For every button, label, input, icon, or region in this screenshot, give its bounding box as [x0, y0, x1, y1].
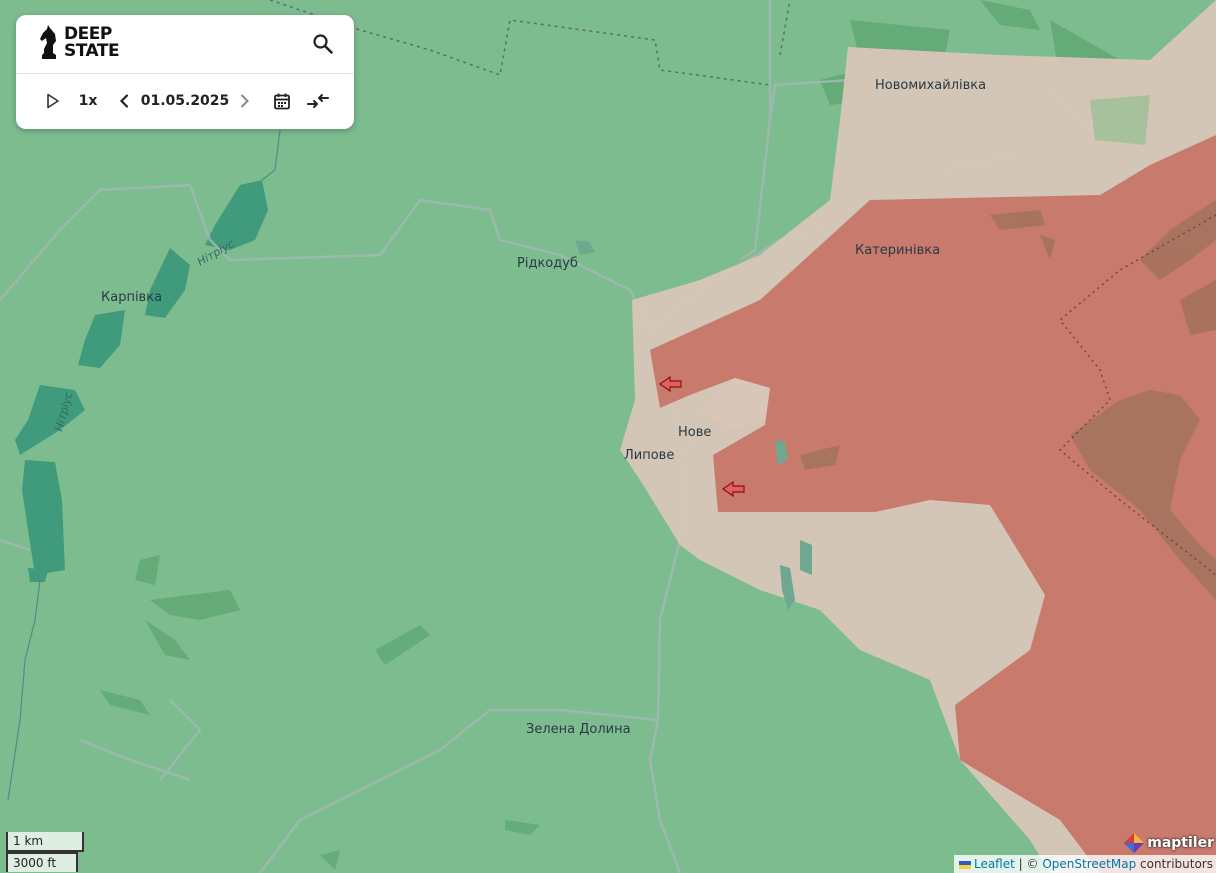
play-icon [47, 93, 59, 109]
speed-button[interactable]: 1x [78, 90, 98, 112]
compare-button[interactable] [306, 90, 330, 112]
scale-metric: 1 km [6, 832, 84, 852]
place-label-zelena-dolyna: Зелена Долина [526, 722, 631, 737]
calendar-icon [274, 93, 290, 110]
search-icon [313, 34, 333, 54]
next-date-button[interactable] [237, 90, 253, 112]
map-canvas[interactable]: Новомихайлівка Катеринівка Рідкодуб Карп… [0, 0, 1216, 873]
maptiler-text: maptiler [1147, 835, 1214, 851]
osm-link[interactable]: OpenStreetMap [1042, 857, 1136, 871]
compare-arrows-icon [307, 94, 329, 108]
place-label-karpivka: Карпівка [101, 290, 162, 305]
control-panel: DEEP STATE 1x 01.05.2025 [16, 15, 354, 129]
chevron-right-icon [241, 94, 249, 108]
date-display[interactable]: 01.05.2025 [141, 90, 230, 112]
scale-imperial: 3000 ft [6, 852, 78, 872]
deepstate-logo[interactable]: DEEP STATE [38, 25, 120, 61]
prev-date-button[interactable] [116, 90, 132, 112]
chevron-left-icon [119, 94, 129, 108]
place-label-novomykhailivka: Новомихайлівка [875, 78, 986, 93]
calendar-button[interactable] [272, 90, 292, 112]
timeline-controls: 1x 01.05.2025 [16, 73, 354, 129]
place-label-lypove: Липове [624, 448, 674, 463]
ukraine-flag-icon [958, 860, 971, 869]
place-label-nove: Нове [678, 425, 711, 440]
search-button[interactable] [312, 33, 334, 55]
attribution-bar: Leaflet | © OpenStreetMap contributors [953, 855, 1216, 873]
attribution-contributors: contributors [1140, 857, 1213, 871]
knight-icon [40, 25, 56, 59]
play-button[interactable] [44, 90, 62, 112]
logo-line-2: STATE [64, 41, 120, 61]
place-label-katerynivka: Катеринівка [855, 243, 940, 258]
forest-patch-ne [1090, 95, 1150, 145]
attribution-separator: | © [1018, 857, 1039, 871]
place-label-ridkodub: Рідкодуб [517, 256, 578, 271]
maptiler-icon [1124, 833, 1145, 853]
panel-header: DEEP STATE [16, 15, 354, 74]
maptiler-logo[interactable]: maptiler [1123, 832, 1214, 854]
leaflet-link[interactable]: Leaflet [974, 857, 1015, 871]
